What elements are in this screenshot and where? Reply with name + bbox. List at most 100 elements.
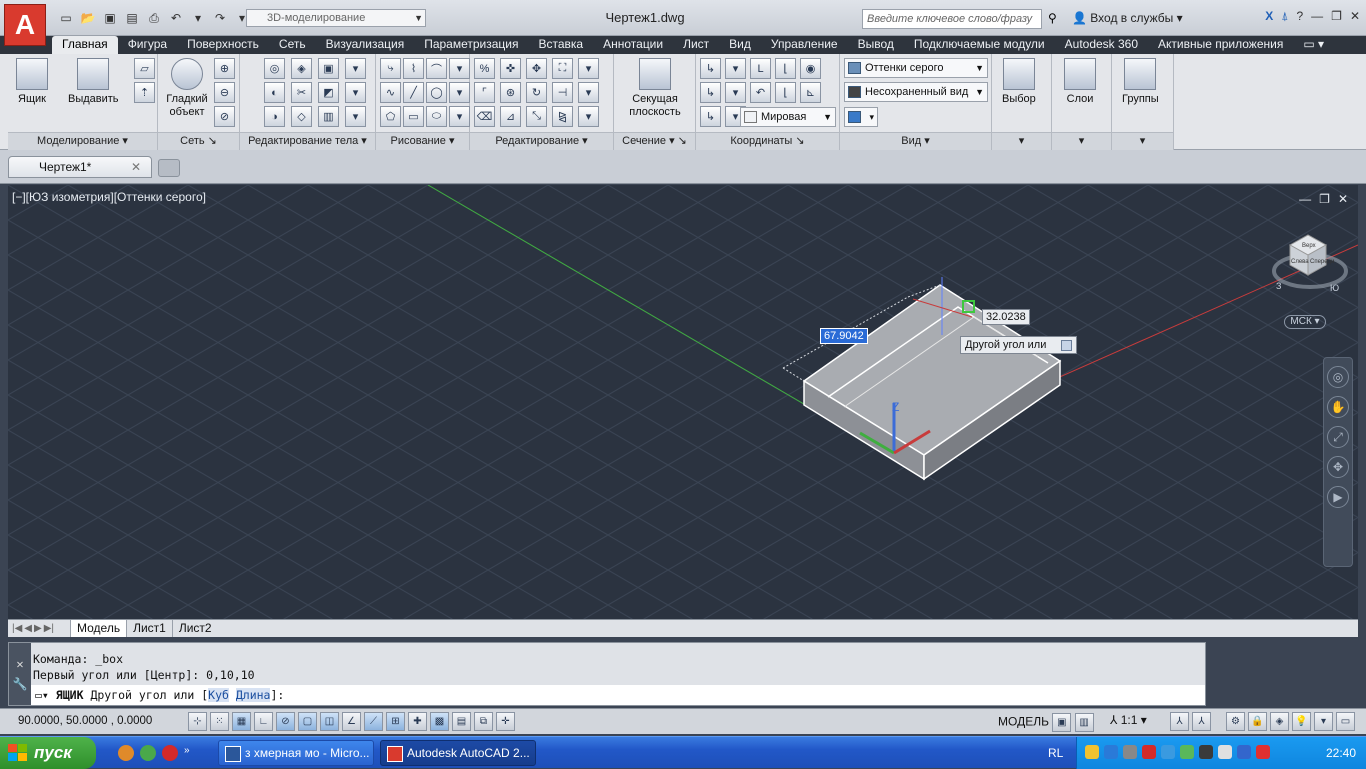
tray-flag-icon[interactable] [1218,745,1232,759]
clean-screen-icon[interactable]: ▭ [1336,712,1355,731]
model-space-button[interactable]: МОДЕЛЬ ▣ ▥ [998,713,1094,732]
fillet-icon[interactable]: ⌜ [474,82,495,103]
file-tab-drawing1[interactable]: Чертеж1* ✕ [8,156,152,178]
chrome-icon[interactable] [140,745,156,761]
panel-layers-expand[interactable]: ▾ [1052,132,1111,150]
panel-modify-label[interactable]: Редактирование ▾ [470,132,613,150]
wrench-icon[interactable]: 🔧 [9,677,31,691]
autodesk-icon[interactable]: ⍋ [1281,9,1288,24]
taper-faces-icon[interactable]: ◩ [318,82,339,103]
ellipse-icon[interactable]: ⬭ [426,106,447,127]
dropdown-arrow-icon[interactable]: ▾ [578,82,599,103]
undo-dropdown-icon[interactable]: ▾ [188,9,208,27]
trim-icon[interactable]: ⊣ [552,82,573,103]
dynamic-dimension-angle[interactable]: 32.0238 [982,309,1030,325]
taskbar-word-window[interactable]: з хмерная мо - Micro... [218,740,374,766]
polyline-icon[interactable]: ⤷ [380,58,401,79]
ucs-selector[interactable]: Мировая ▼ [740,107,836,127]
spline-icon[interactable]: ∿ [380,82,401,103]
subtract-icon[interactable]: ◐ [264,82,285,103]
3d-osnap-icon[interactable]: ◫ [320,712,339,731]
3d-align-icon[interactable]: ⊿ [500,106,521,127]
panel-mesh-label[interactable]: Сеть ↘ [158,132,239,150]
line-icon[interactable]: ╱ [403,82,424,103]
redo-icon[interactable]: ↷ [210,9,230,27]
close-icon[interactable]: ✕ [1350,9,1360,24]
annotation-monitor-icon[interactable]: ✛ [496,712,515,731]
snap-icon[interactable]: ⁙ [210,712,229,731]
mirror-icon[interactable]: ⧎ [552,106,573,127]
circle-icon[interactable]: ◯ [426,82,447,103]
workspace-switch-icon[interactable]: ⚙ [1226,712,1245,731]
next-tab-icon[interactable]: ▶ [34,623,42,634]
annotation-scale[interactable]: ⅄ 1:1 ▾ [1110,713,1147,727]
language-indicator[interactable]: RL [1048,746,1063,760]
restore-icon[interactable]: ❐ [1319,192,1330,206]
dropdown-arrow-icon[interactable]: ▾ [725,58,746,79]
shell-icon[interactable]: ▥ [318,106,339,127]
tab-parametric[interactable]: Параметризация [414,36,528,54]
close-icon[interactable]: ✕ [1338,192,1348,206]
tray-b-icon[interactable] [1237,745,1251,759]
ribbon-options-icon[interactable]: ▭ ▾ [1293,36,1334,54]
restore-icon[interactable]: ❐ [1331,9,1342,24]
named-view-selector[interactable]: Несохраненный вид ▼ [844,82,988,102]
ucs-previous-icon[interactable]: ↶ [750,82,771,103]
mesh-remove-icon[interactable]: ⊖ [214,82,235,103]
sign-in-button[interactable]: 👤 Вход в службы ▾ [1072,11,1183,25]
first-tab-icon[interactable]: |◀ [12,623,22,634]
annotation-visibility-icon[interactable]: ⅄ [1170,712,1189,731]
tray-monitor-icon[interactable] [1199,745,1213,759]
new-file-icon[interactable]: ▭ [56,9,76,27]
workspace-selector[interactable]: 3D-моделирование ▼ [246,9,426,27]
tab-output[interactable]: Вывод [848,36,904,54]
quick-properties-icon[interactable]: ▤ [452,712,471,731]
option-length[interactable]: Длина [235,688,271,702]
lock-icon[interactable]: 🔒 [1248,712,1267,731]
grid-icon[interactable]: ▦ [232,712,251,731]
close-icon[interactable]: ✕ [131,157,141,177]
presspull-icon[interactable]: ⇡ [134,82,155,103]
panel-groups-expand[interactable]: ▾ [1112,132,1173,150]
auto-scale-icon[interactable]: ⅄ [1192,712,1211,731]
ducs-icon[interactable]: ⟋ [364,712,383,731]
help-icon[interactable]: ? [1296,9,1303,24]
dropdown-arrow-icon[interactable]: ▾ [345,106,366,127]
tab-layout1[interactable]: Лист1 [126,620,172,637]
ucs-menu-button[interactable]: МСК ▾ [1284,315,1326,329]
polysolid-icon[interactable]: ▱ [134,58,155,79]
open-file-icon[interactable]: 📂 [78,9,98,27]
drawing-viewport[interactable]: Z Верх Слева Спереди З Ю [−][ЮЗ изометри… [8,185,1358,619]
status-menu-icon[interactable]: ▾ [1314,712,1333,731]
ucs-x-icon[interactable]: ⌊ [775,58,796,79]
array-icon[interactable]: ⛶ [552,58,573,79]
scale-icon[interactable]: ⤡ [526,106,547,127]
tab-solid[interactable]: Фигура [118,36,177,54]
intersect-icon[interactable]: ◑ [264,106,285,127]
command-line-grip[interactable]: ✕ 🔧 [9,643,31,705]
tab-model[interactable]: Модель [70,620,127,637]
viewport-config-selector[interactable]: ▾ [844,107,878,127]
smooth-object-button[interactable]: Гладкий объект [162,58,212,119]
tab-insert[interactable]: Вставка [529,36,594,54]
prev-tab-icon[interactable]: ◀ [24,623,32,634]
union-icon[interactable]: ◎ [264,58,285,79]
ortho-icon[interactable]: ∟ [254,712,273,731]
tray-antivirus-icon[interactable] [1142,745,1156,759]
close-icon[interactable]: ✕ [9,657,31,671]
taskbar-autocad-window[interactable]: Autodesk AutoCAD 2... [380,740,536,766]
tab-annotate[interactable]: Аннотации [593,36,673,54]
last-tab-icon[interactable]: ▶| [44,623,54,634]
dropdown-arrow-icon[interactable]: ▾ [578,58,599,79]
panel-view-label[interactable]: Вид ▾ [840,132,991,150]
dropdown-arrow-icon[interactable]: ▾ [449,106,470,127]
ucs-origin-icon[interactable]: L [750,58,771,79]
undo-icon[interactable]: ↶ [166,9,186,27]
layout-nav-arrows[interactable]: |◀ ◀ ▶ ▶| [8,623,70,634]
save-as-icon[interactable]: ▤ [122,9,142,27]
osnap-icon[interactable]: ▢ [298,712,317,731]
app-launch-icon[interactable] [118,745,134,761]
infer-constraints-icon[interactable]: ⊹ [188,712,207,731]
panel-solid-editing-label[interactable]: Редактирование тела ▾ [240,132,375,150]
tab-mesh[interactable]: Сеть [269,36,316,54]
